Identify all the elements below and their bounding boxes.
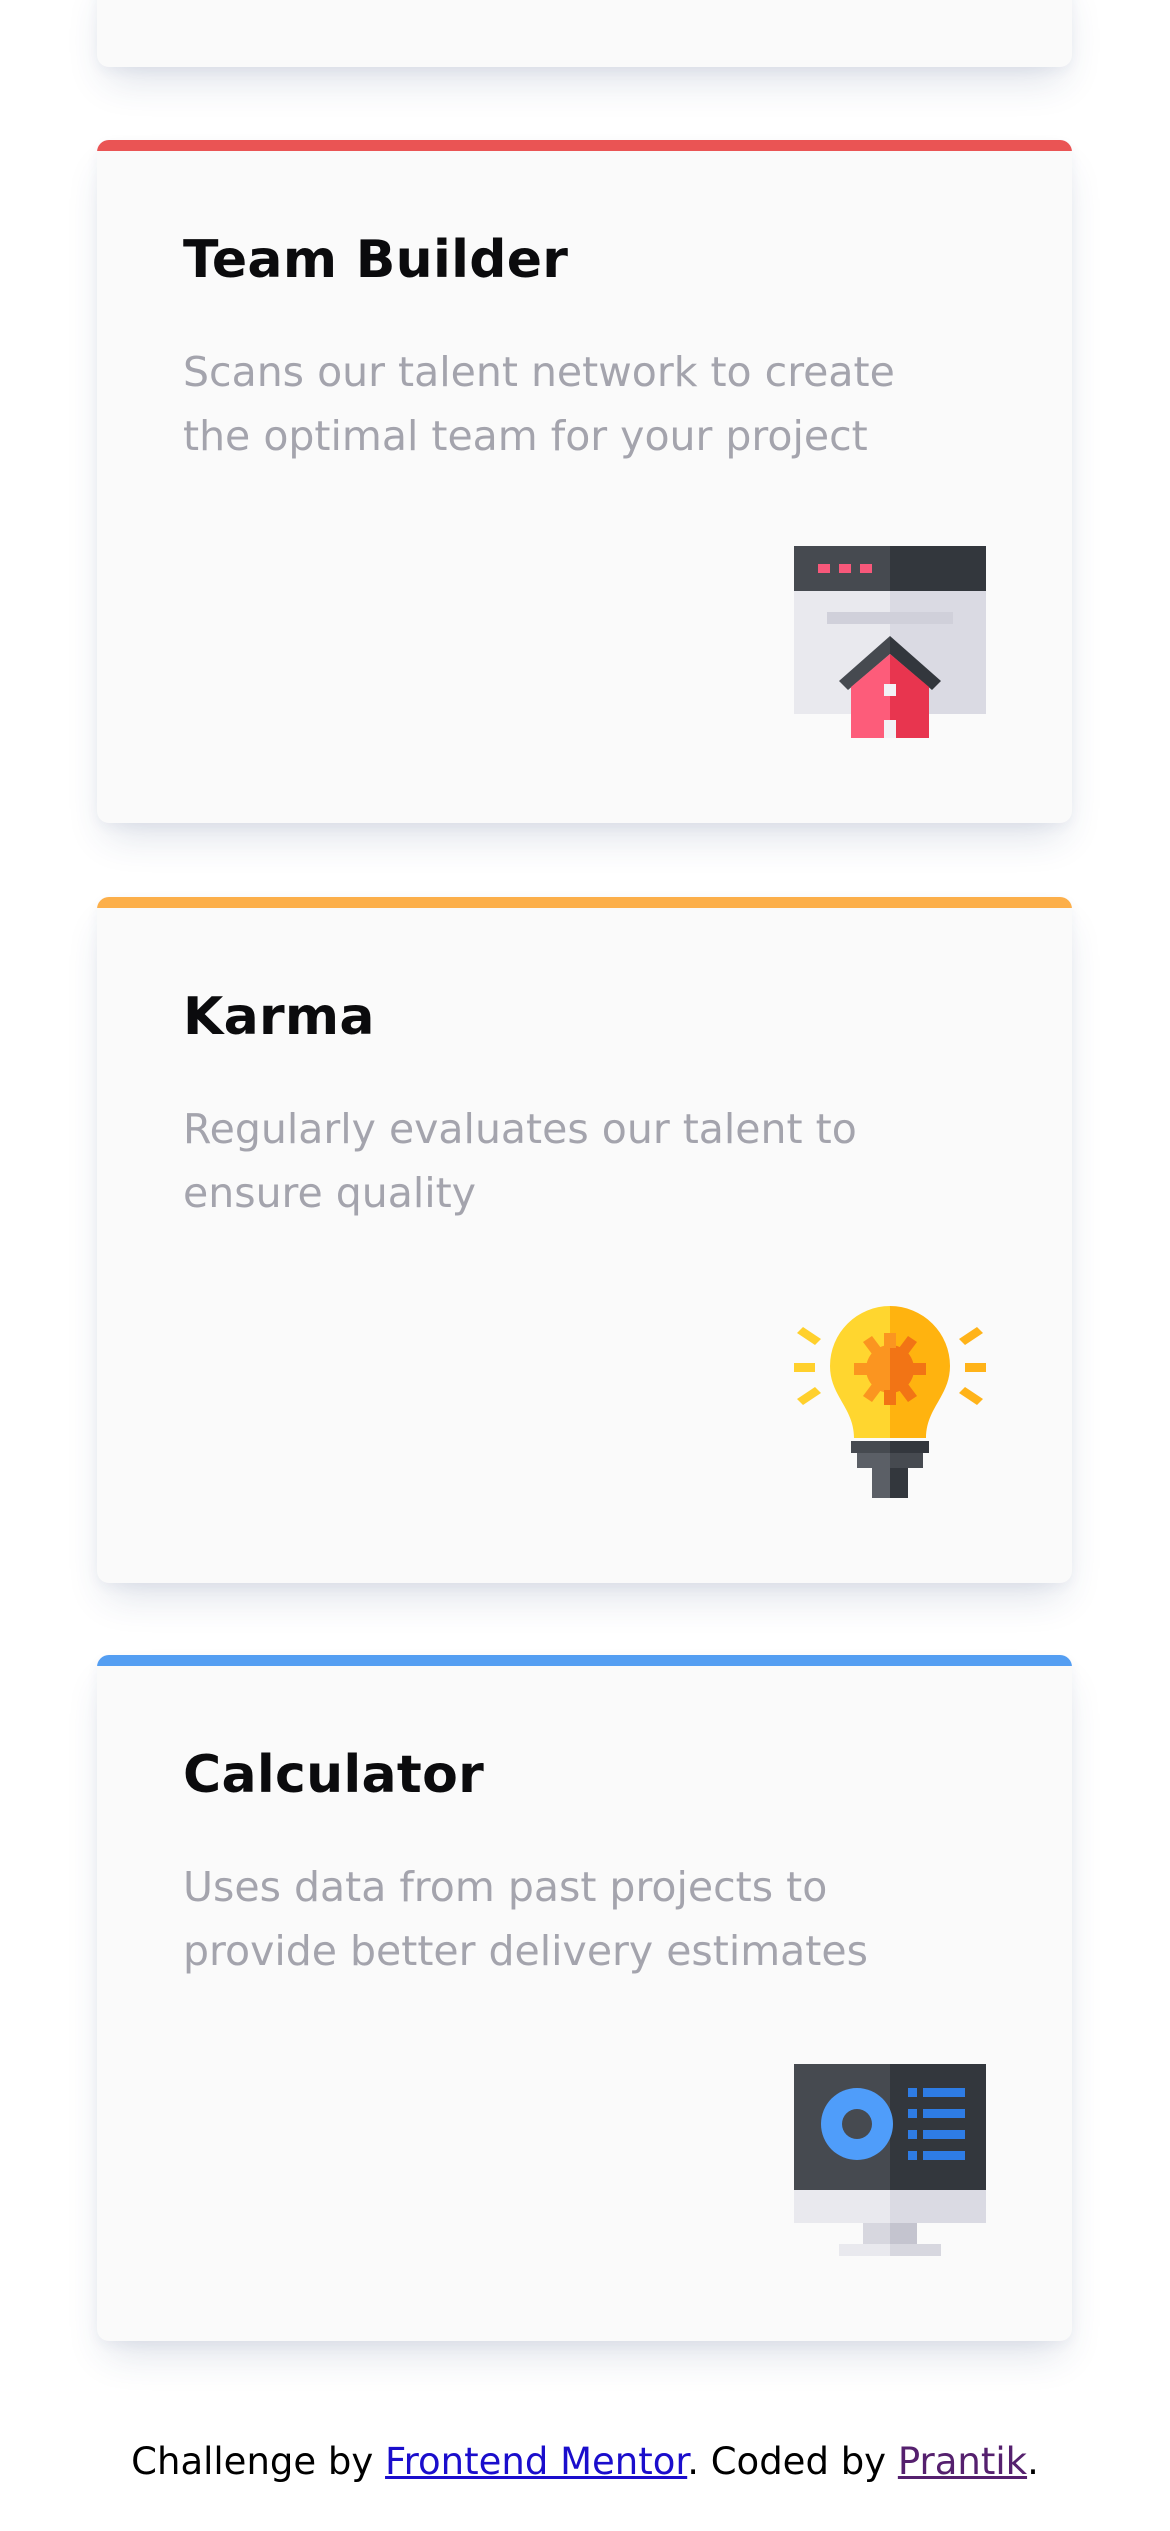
- card-accent-bar: [97, 897, 1072, 908]
- card-title: Calculator: [183, 1745, 485, 1805]
- card-accent-bar: [97, 140, 1072, 151]
- calculator-monitor-icon: [794, 2064, 986, 2256]
- card-previous-partial: [97, 0, 1072, 67]
- card-title: Karma: [183, 987, 375, 1047]
- card-description: Scans our talent network to create the o…: [183, 348, 895, 460]
- feature-card-karma: Karma Regularly evaluates our talent to …: [97, 897, 1072, 1583]
- attribution-middle: . Coded by: [687, 2440, 898, 2483]
- team-builder-icon: [794, 546, 986, 738]
- card-description: Uses data from past projects to provide …: [183, 1863, 868, 1975]
- frontend-mentor-link[interactable]: Frontend Mentor: [385, 2440, 687, 2483]
- attribution-prefix: Challenge by: [131, 2440, 386, 2483]
- feature-card-calculator: Calculator Uses data from past projects …: [97, 1655, 1072, 2341]
- author-link[interactable]: Prantik: [898, 2440, 1027, 2483]
- feature-card-team-builder: Team Builder Scans our talent network to…: [97, 140, 1072, 823]
- card-title: Team Builder: [183, 230, 569, 290]
- attribution-footer: Challenge by Frontend Mentor. Coded by P…: [0, 2440, 1170, 2483]
- karma-lightbulb-icon: [794, 1306, 986, 1498]
- attribution-suffix: .: [1027, 2440, 1039, 2483]
- card-description: Regularly evaluates our talent to ensure…: [183, 1105, 857, 1217]
- page: Team Builder Scans our talent network to…: [0, 0, 1170, 2531]
- card-accent-bar: [97, 1655, 1072, 1666]
